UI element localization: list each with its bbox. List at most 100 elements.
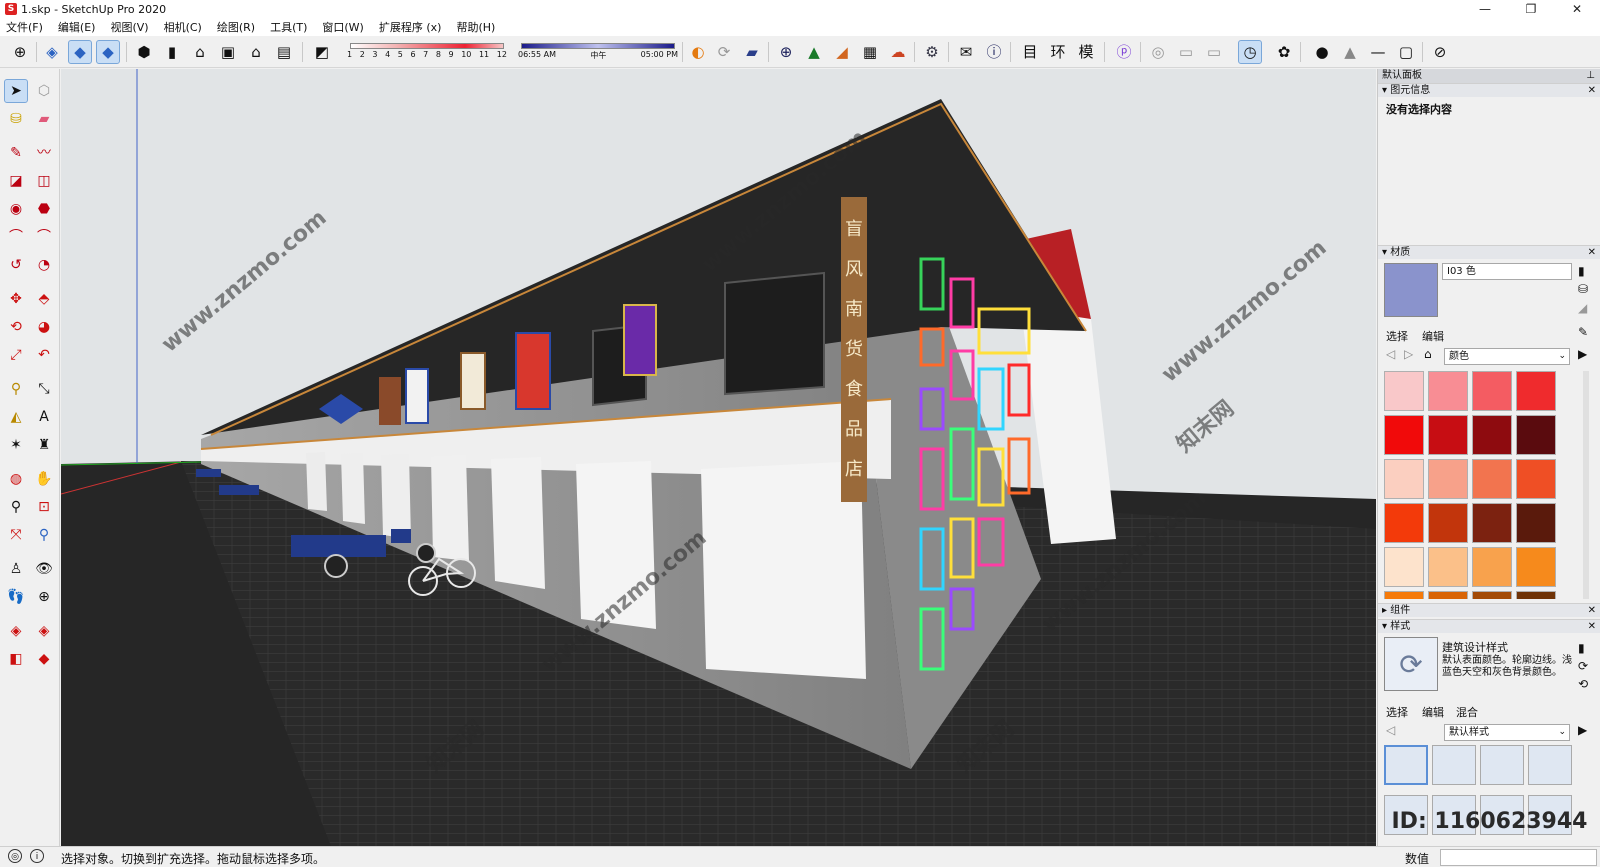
three-point-arc-icon[interactable]: ↺ [4, 253, 28, 277]
pin-icon[interactable]: ⊥ [1586, 69, 1595, 83]
menu-tools[interactable]: 工具(T) [268, 19, 309, 35]
color-swatch[interactable] [1516, 503, 1556, 543]
close-section-icon[interactable]: ✕ [1588, 246, 1596, 260]
color-swatch[interactable] [1472, 591, 1512, 599]
color-swatch[interactable] [1516, 547, 1556, 587]
color-swatch[interactable] [1428, 459, 1468, 499]
eyedropper-icon[interactable]: ✎ [1578, 325, 1588, 339]
follow-me-icon[interactable]: ◕ [32, 315, 56, 339]
hide-icon[interactable]: ⊘ [1428, 40, 1452, 64]
plugin-mo-icon[interactable]: 模 [1074, 40, 1098, 64]
style-thumb[interactable] [1432, 745, 1476, 785]
text-tool-icon[interactable]: A [32, 405, 56, 429]
current-material-preview[interactable] [1384, 263, 1438, 317]
left-view-icon[interactable]: ▤ [272, 40, 296, 64]
share-model-icon[interactable]: ◈ [32, 619, 56, 643]
paint-bucket-icon[interactable]: ⛁ [1578, 282, 1588, 296]
3d-viewport[interactable]: 盲 风 南 货 食 品 店 www.znzmo.com www.znzmo.co… [61, 69, 1376, 846]
color-swatch[interactable] [1516, 415, 1556, 455]
measurements-input[interactable] [1440, 849, 1597, 866]
walk-tool-icon[interactable]: 👣 [4, 585, 28, 609]
textured-view-icon[interactable]: ◆ [96, 40, 120, 64]
styles-header[interactable]: ▾ 样式 ✕ [1378, 619, 1600, 633]
pie-tool-icon[interactable]: ◔ [32, 253, 56, 277]
two-point-arc-icon[interactable]: ⌒ [32, 225, 56, 249]
menu-window[interactable]: 窗口(W) [320, 19, 365, 35]
menu-help[interactable]: 帮助(H) [454, 19, 497, 35]
zoom-window-icon[interactable]: ⊡ [32, 495, 56, 519]
restore-button[interactable]: ❐ [1508, 0, 1554, 18]
color-swatch[interactable] [1428, 503, 1468, 543]
scene-icon[interactable]: ▭ [1202, 40, 1226, 64]
freehand-icon[interactable]: 〰 [32, 141, 56, 165]
color-swatch[interactable] [1472, 415, 1512, 455]
refresh-style-icon[interactable]: ⟲ [1578, 677, 1588, 691]
orbit-icon[interactable]: ⊕ [8, 40, 32, 64]
export-icon[interactable]: ▰ [740, 40, 764, 64]
close-section-icon[interactable]: ✕ [1588, 620, 1596, 634]
forward-arrow-icon[interactable]: ▷ [1404, 347, 1413, 361]
rectangle-frame-icon[interactable]: ▢ [1394, 40, 1418, 64]
menu-extensions[interactable]: 扩展程序 (x) [377, 19, 444, 35]
update-style-icon[interactable]: ⟳ [1578, 659, 1588, 673]
color-swatch[interactable] [1384, 415, 1424, 455]
menu-edit[interactable]: 编辑(E) [56, 19, 98, 35]
eraser-icon[interactable]: ▰ [32, 107, 56, 131]
style-library-select[interactable]: 默认样式 ⌄ [1444, 724, 1570, 741]
color-swatch[interactable] [1516, 591, 1556, 599]
style-thumb[interactable] [1384, 745, 1428, 785]
protractor-icon[interactable]: ◭ [4, 405, 28, 429]
components-header[interactable]: ▸ 组件 ✕ [1378, 603, 1600, 617]
instructor-info-icon[interactable]: i [30, 849, 44, 863]
shadow-toggle-icon[interactable]: ◩ [310, 40, 334, 64]
checker-icon[interactable]: ▦ [858, 40, 882, 64]
extension-warehouse-icon[interactable]: ◧ [4, 647, 28, 671]
menu-file[interactable]: 文件(F) [4, 19, 45, 35]
message-icon[interactable]: ✉ [954, 40, 978, 64]
ruby-icon[interactable]: ◆ [32, 647, 56, 671]
materials-header[interactable]: ▾ 材质 ✕ [1378, 245, 1600, 259]
walk-icon[interactable]: ◎ [1146, 40, 1170, 64]
entity-info-header[interactable]: ▾ 图元信息 ✕ [1378, 83, 1600, 97]
look-around-icon[interactable]: 👁 [32, 557, 56, 581]
color-swatch[interactable] [1516, 459, 1556, 499]
component-icon[interactable]: ⬡ [32, 79, 56, 103]
extension-a-icon[interactable]: ◐ [686, 40, 710, 64]
menu-draw[interactable]: 绘图(R) [215, 19, 257, 35]
color-swatch[interactable] [1472, 547, 1512, 587]
circle-tool-icon[interactable]: ◉ [4, 197, 28, 221]
geolocation-icon[interactable]: ◎ [8, 849, 22, 863]
plugin-huan-icon[interactable]: 环 [1046, 40, 1070, 64]
camera-icon[interactable]: ▭ [1174, 40, 1198, 64]
orbit-tool-icon[interactable]: ◍ [4, 467, 28, 491]
tab-materials-select[interactable]: 选择 [1386, 328, 1408, 344]
dot-icon[interactable]: ● [1310, 40, 1334, 64]
refresh-icon[interactable]: ⟳ [712, 40, 736, 64]
color-swatch[interactable] [1516, 371, 1556, 411]
warehouse-icon[interactable]: ▲ [802, 40, 826, 64]
scale-tool-icon[interactable]: ⤢ [4, 343, 28, 367]
info-icon[interactable]: ⓘ [982, 40, 1006, 64]
style-thumbnail[interactable]: ⟳ [1384, 637, 1438, 691]
close-button[interactable]: ✕ [1554, 0, 1600, 18]
push-pull-icon[interactable]: ⬘ [32, 287, 56, 311]
swatch-scrollbar[interactable] [1583, 371, 1589, 599]
create-style-icon[interactable]: ▮ [1578, 641, 1585, 655]
plugin-mu-icon[interactable]: 目 [1018, 40, 1042, 64]
top-view-icon[interactable]: ▮ [160, 40, 184, 64]
zoom-extents-icon[interactable]: ⤧ [4, 523, 28, 547]
minimize-button[interactable]: — [1462, 0, 1508, 18]
settings-gear-icon[interactable]: ⚙ [920, 40, 944, 64]
back-arrow-icon[interactable]: ◁ [1386, 723, 1395, 737]
close-section-icon[interactable]: ✕ [1588, 604, 1596, 618]
section-plane-icon[interactable]: ⊕ [32, 585, 56, 609]
style-thumb[interactable] [1528, 745, 1572, 785]
color-swatch[interactable] [1384, 459, 1424, 499]
tab-styles-edit[interactable]: 编辑 [1422, 704, 1444, 720]
paint-bucket-icon[interactable]: ⛁ [4, 107, 28, 131]
select-arrow-icon[interactable]: ➤ [4, 79, 28, 103]
close-section-icon[interactable]: ✕ [1588, 84, 1596, 98]
offset-tool-icon[interactable]: ↶ [32, 343, 56, 367]
polygon-tool-icon[interactable]: ⬣ [32, 197, 56, 221]
color-swatch[interactable] [1384, 547, 1424, 587]
